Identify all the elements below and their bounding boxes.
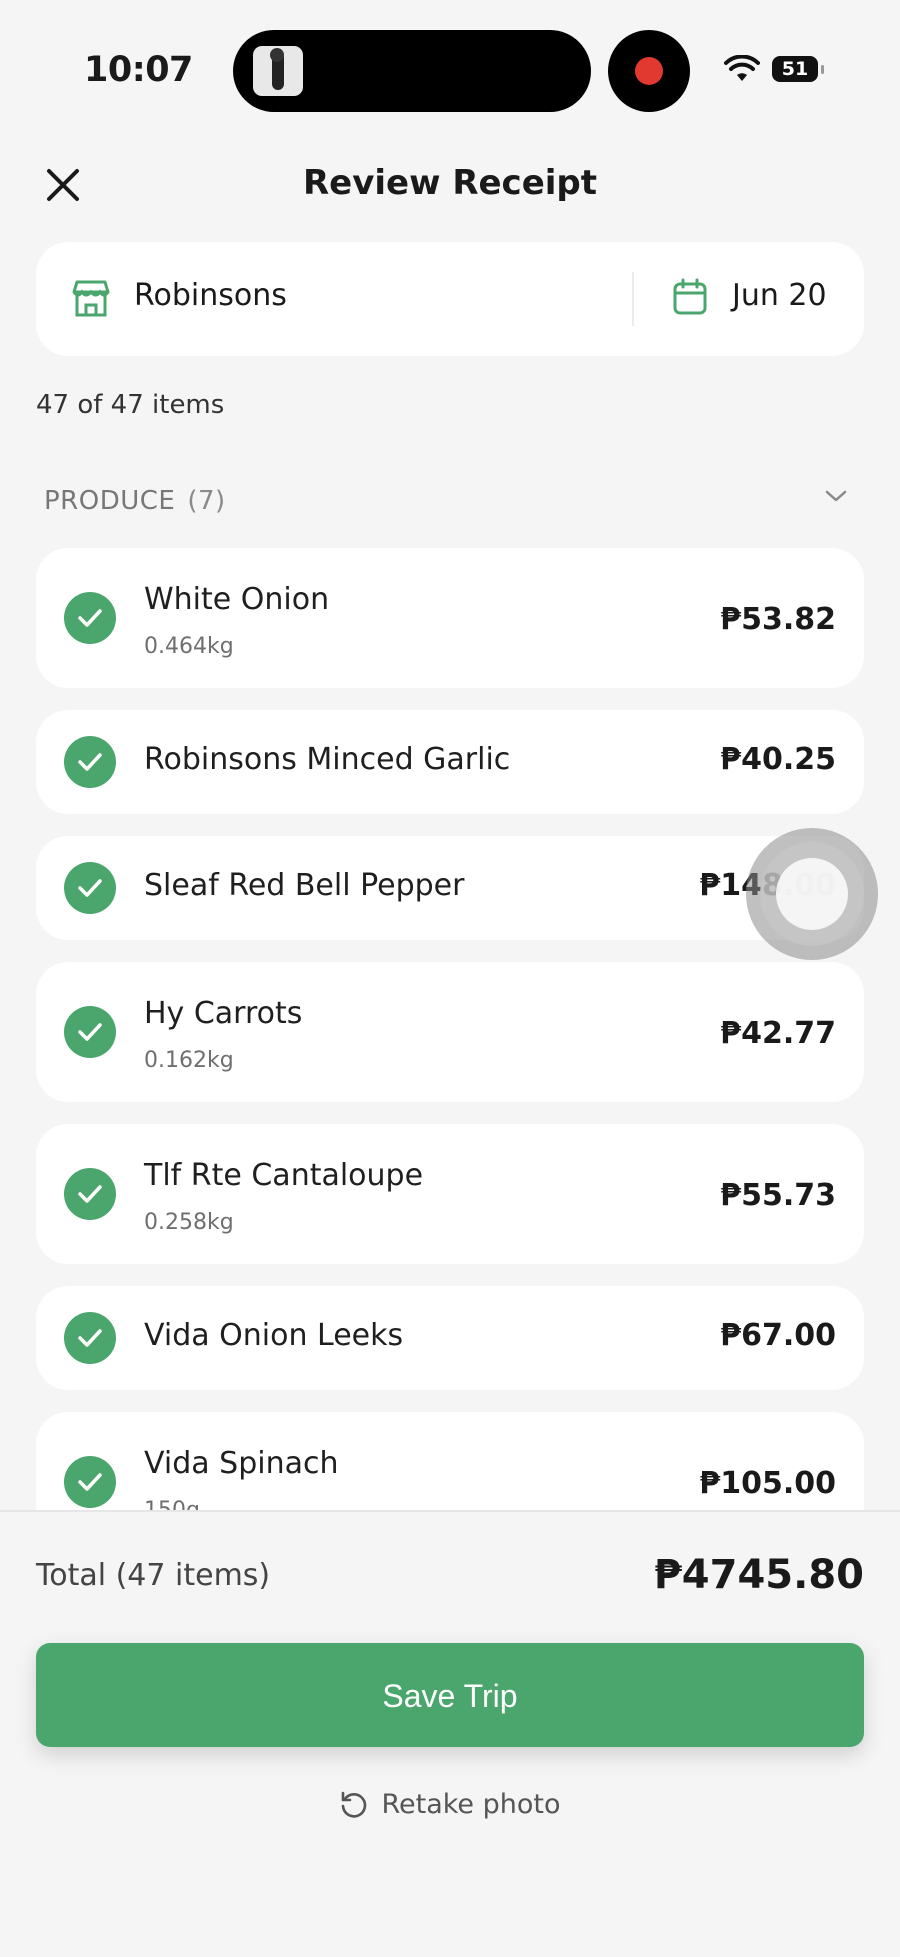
- store-icon: [72, 280, 110, 317]
- item-price: ₱53.82: [720, 602, 836, 637]
- check-icon[interactable]: [64, 862, 116, 914]
- dynamic-island: [233, 30, 591, 112]
- retake-label: Retake photo: [381, 1789, 561, 1820]
- list-item[interactable]: Sleaf Red Bell Pepper ₱148.00: [36, 836, 864, 940]
- save-trip-button[interactable]: Save Trip: [36, 1643, 864, 1747]
- item-name: Vida Spinach: [144, 1446, 339, 1481]
- category-name: PRODUCE: [44, 486, 176, 516]
- total-value: ₱4745.80: [653, 1552, 864, 1598]
- check-icon[interactable]: [64, 1168, 116, 1220]
- item-name: Tlf Rte Cantaloupe: [144, 1158, 424, 1193]
- check-icon[interactable]: [64, 736, 116, 788]
- item-detail: 0.162kg: [144, 1048, 234, 1073]
- page-title: Review Receipt: [302, 163, 598, 203]
- item-price: ₱67.00: [720, 1318, 836, 1353]
- item-name: Robinsons Minced Garlic: [144, 742, 511, 777]
- retake-photo-link[interactable]: Retake photo: [0, 1788, 900, 1820]
- category-count: (7): [187, 486, 226, 516]
- item-name: Hy Carrots: [144, 996, 303, 1031]
- item-name: White Onion: [144, 582, 330, 617]
- recording-indicator: [608, 30, 690, 112]
- check-icon[interactable]: [64, 592, 116, 644]
- item-detail: 150g: [144, 1498, 200, 1510]
- total-label: Total (47 items): [36, 1558, 271, 1593]
- list-item[interactable]: Hy Carrots 0.162kg ₱42.77: [36, 962, 864, 1102]
- battery-icon: 51: [772, 56, 824, 82]
- chevron-down-icon[interactable]: [824, 488, 848, 504]
- media-thumbnail: [253, 46, 303, 96]
- check-icon[interactable]: [64, 1312, 116, 1364]
- trip-date[interactable]: Jun 20: [732, 278, 827, 313]
- check-icon[interactable]: [64, 1006, 116, 1058]
- item-price: ₱105.00: [699, 1466, 836, 1501]
- item-count: 47 of 47 items: [36, 390, 225, 420]
- item-detail: 0.464kg: [144, 634, 234, 659]
- status-bar: 10:07 51: [0, 0, 900, 140]
- item-price: ₱40.25: [720, 742, 836, 777]
- item-list[interactable]: White Onion 0.464kg ₱53.82 Robinsons Min…: [36, 548, 864, 1510]
- status-time: 10:07: [84, 50, 193, 90]
- item-name: Sleaf Red Bell Pepper: [144, 868, 465, 903]
- item-price: ₱42.77: [720, 1016, 836, 1051]
- battery-level: 51: [781, 58, 809, 80]
- retake-icon: [342, 1791, 367, 1818]
- list-item[interactable]: Robinsons Minced Garlic ₱40.25: [36, 710, 864, 814]
- list-item[interactable]: Vida Spinach 150g ₱105.00: [36, 1412, 864, 1510]
- divider: [632, 272, 634, 326]
- footer-divider: [0, 1510, 900, 1512]
- touch-indicator: [746, 828, 878, 960]
- list-item[interactable]: White Onion 0.464kg ₱53.82: [36, 548, 864, 688]
- check-icon[interactable]: [64, 1456, 116, 1508]
- calendar-icon: [673, 278, 707, 315]
- list-item[interactable]: Vida Onion Leeks ₱67.00: [36, 1286, 864, 1390]
- item-name: Vida Onion Leeks: [144, 1318, 404, 1353]
- trip-info-card: Robinsons Jun 20: [36, 242, 864, 356]
- store-name[interactable]: Robinsons: [134, 278, 287, 313]
- item-detail: 0.258kg: [144, 1210, 234, 1235]
- wifi-icon: [724, 55, 760, 81]
- list-item[interactable]: Tlf Rte Cantaloupe 0.258kg ₱55.73: [36, 1124, 864, 1264]
- item-price: ₱55.73: [720, 1178, 836, 1213]
- category-header[interactable]: PRODUCE (7): [44, 486, 226, 516]
